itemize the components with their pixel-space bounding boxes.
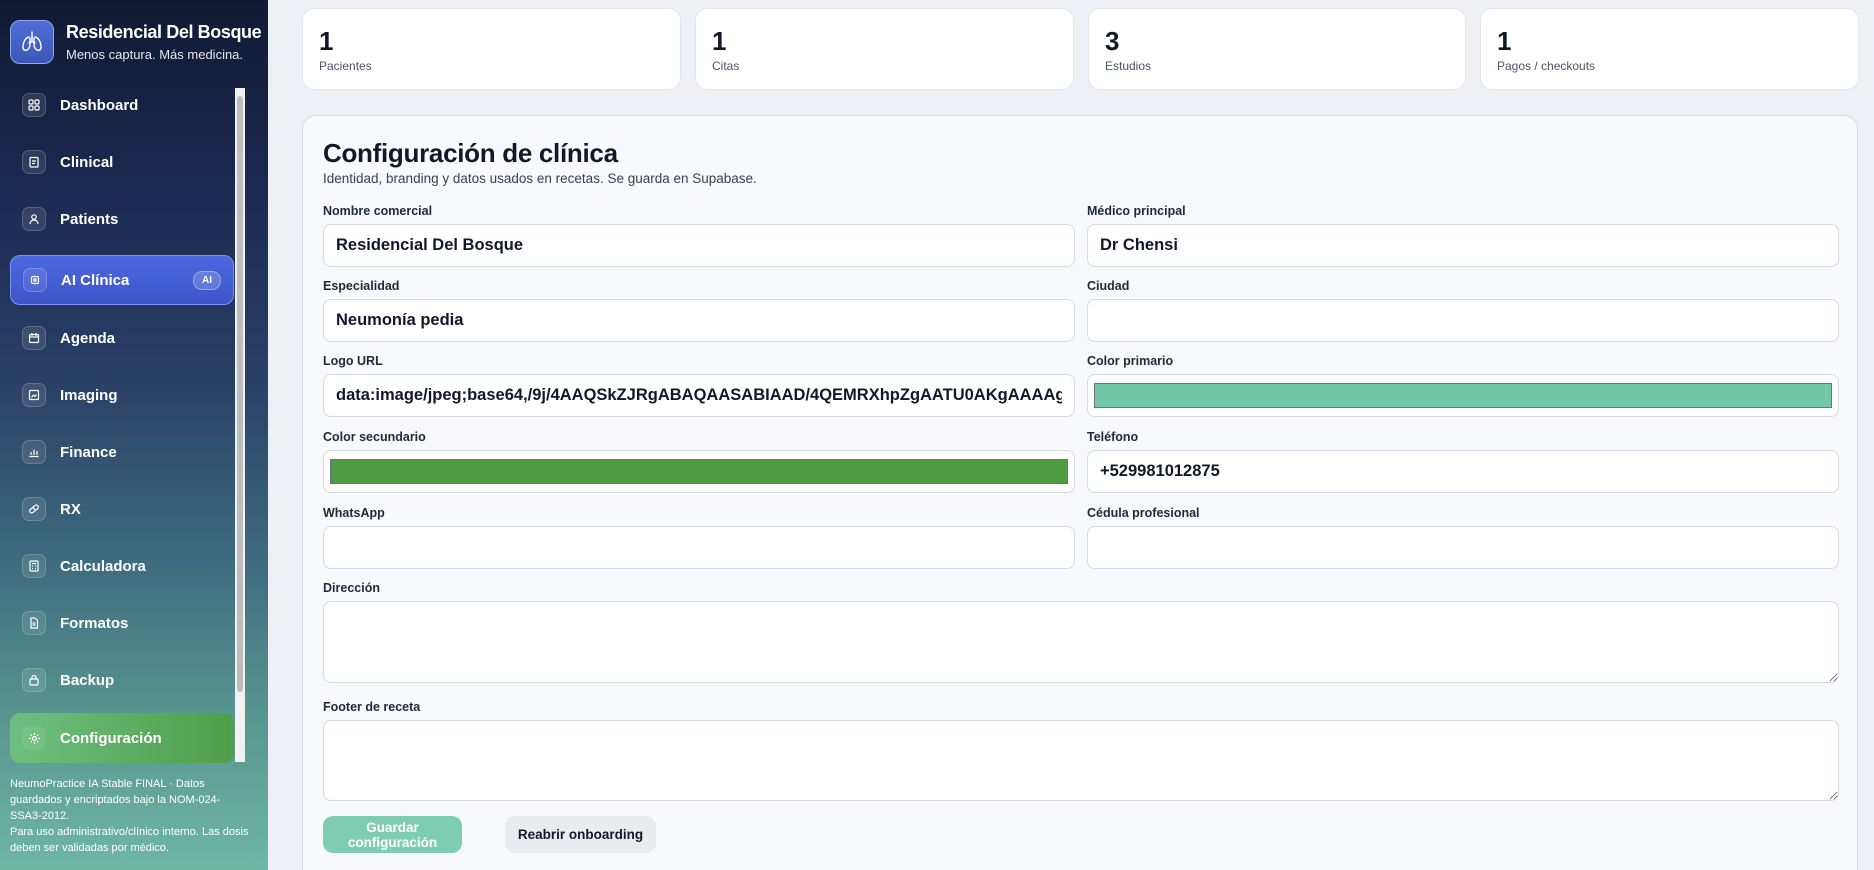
nombre-label: Nombre comercial [323,204,433,218]
save-config-button[interactable]: Guardar configuración [323,816,462,853]
color-primario-swatch [1094,383,1832,408]
sidebar-item-label: Backup [60,671,115,689]
brand: Residencial Del Bosque Menos captura. Má… [10,20,262,64]
stat-card-pagos: 1 Pagos / checkouts [1480,8,1859,90]
logo-url-label: Logo URL [323,354,383,368]
stat-value: 1 [712,26,727,56]
sidebar-footer: NeumoPractice IA Stable FINAL · Datos gu… [10,776,250,856]
footer-receta-textarea[interactable] [323,720,1839,801]
brand-title: Residencial Del Bosque [66,22,262,42]
color-primario-label: Color primario [1087,354,1174,368]
sidebar-item-label: Configuración [60,729,162,747]
stat-value: 1 [319,26,334,56]
sidebar-item-ai-clinica[interactable]: AI Clínica AI [10,255,234,305]
clinic-config-panel: Configuración de clínica Identidad, bran… [302,115,1858,870]
sidebar-item-imaging[interactable]: Imaging [10,370,234,420]
sidebar-item-label: Calculadora [60,557,146,575]
sidebar-item-agenda[interactable]: Agenda [10,313,234,363]
logo-url-input[interactable] [323,374,1075,417]
nombre-comercial-input[interactable] [323,224,1075,267]
pill-icon [22,497,46,521]
reopen-onboarding-button[interactable]: Reabrir onboarding [505,816,656,853]
direccion-label: Dirección [323,581,380,595]
sidebar-item-label: AI Clínica [61,271,130,289]
sidebar-item-patients[interactable]: Patients [10,194,234,244]
user-icon [22,207,46,231]
sidebar-item-label: Agenda [60,329,116,347]
calendar-icon [22,326,46,350]
telefono-label: Teléfono [1087,430,1139,444]
lungs-icon [10,20,54,64]
sidebar-item-label: Dashboard [60,96,139,114]
color-primario-picker[interactable] [1087,374,1839,417]
calculator-icon [22,554,46,578]
sidebar-item-label: Formatos [60,614,129,632]
sidebar-item-dashboard[interactable]: Dashboard [10,80,234,130]
sidebar-scrollbar-thumb[interactable] [237,96,243,692]
medico-principal-input[interactable] [1087,224,1839,267]
sidebar-item-label: RX [60,500,81,518]
footer-receta-label: Footer de receta [323,700,421,714]
especialidad-label: Especialidad [323,279,400,293]
whatsapp-label: WhatsApp [323,506,385,520]
sidebar-item-formatos[interactable]: Formatos [10,598,234,648]
sidebar-item-label: Clinical [60,153,114,171]
sidebar-scrollbar[interactable] [235,88,245,762]
cedula-profesional-input[interactable] [1087,526,1839,569]
color-secundario-picker[interactable] [323,450,1075,493]
stat-label: Pacientes [319,59,372,73]
sidebar-item-calculadora[interactable]: Calculadora [10,541,234,591]
medico-label: Médico principal [1087,204,1186,218]
image-icon [22,383,46,407]
sidebar-item-backup[interactable]: Backup [10,655,234,705]
brand-subtitle: Menos captura. Más medicina. [66,47,244,62]
sidebar-item-configuracion[interactable]: Configuración [10,713,234,763]
ai-badge: AI [193,271,221,290]
chart-icon [22,440,46,464]
stat-card-citas: 1 Citas [695,8,1074,90]
sidebar-item-clinical[interactable]: Clinical [10,137,234,187]
ciudad-label: Ciudad [1087,279,1130,293]
sidebar-item-label: Imaging [60,386,118,404]
color-secundario-label: Color secundario [323,430,426,444]
footer-disclaimer-2: Para uso administrativo/clínico interno.… [10,826,249,854]
document-icon [22,611,46,635]
stat-value: 1 [1497,26,1512,56]
stat-card-estudios: 3 Estudios [1088,8,1466,90]
whatsapp-input[interactable] [323,526,1075,569]
lock-icon [22,668,46,692]
sidebar-item-finance[interactable]: Finance [10,427,234,477]
clipboard-icon [22,150,46,174]
page-title: Configuración de clínica [323,138,618,168]
sidebar-item-label: Patients [60,210,119,228]
footer-disclaimer-1: NeumoPractice IA Stable FINAL · Datos gu… [10,778,221,822]
stat-card-pacientes: 1 Pacientes [302,8,681,90]
color-secundario-swatch [330,459,1068,484]
stat-label: Pagos / checkouts [1497,59,1596,73]
stat-label: Estudios [1105,59,1152,73]
sidebar-item-rx[interactable]: RX [10,484,234,534]
gear-icon [22,726,46,750]
stat-label: Citas [712,59,740,73]
ai-chip-icon [23,268,47,292]
sidebar: Residencial Del Bosque Menos captura. Má… [0,0,268,870]
ciudad-input[interactable] [1087,299,1839,342]
direccion-textarea[interactable] [323,601,1839,683]
cedula-label: Cédula profesional [1087,506,1200,520]
grid-icon [22,93,46,117]
telefono-input[interactable] [1087,450,1839,493]
sidebar-item-label: Finance [60,443,117,461]
especialidad-input[interactable] [323,299,1075,342]
stat-value: 3 [1105,26,1120,56]
page-subtitle: Identidad, branding y datos usados en re… [323,171,757,186]
